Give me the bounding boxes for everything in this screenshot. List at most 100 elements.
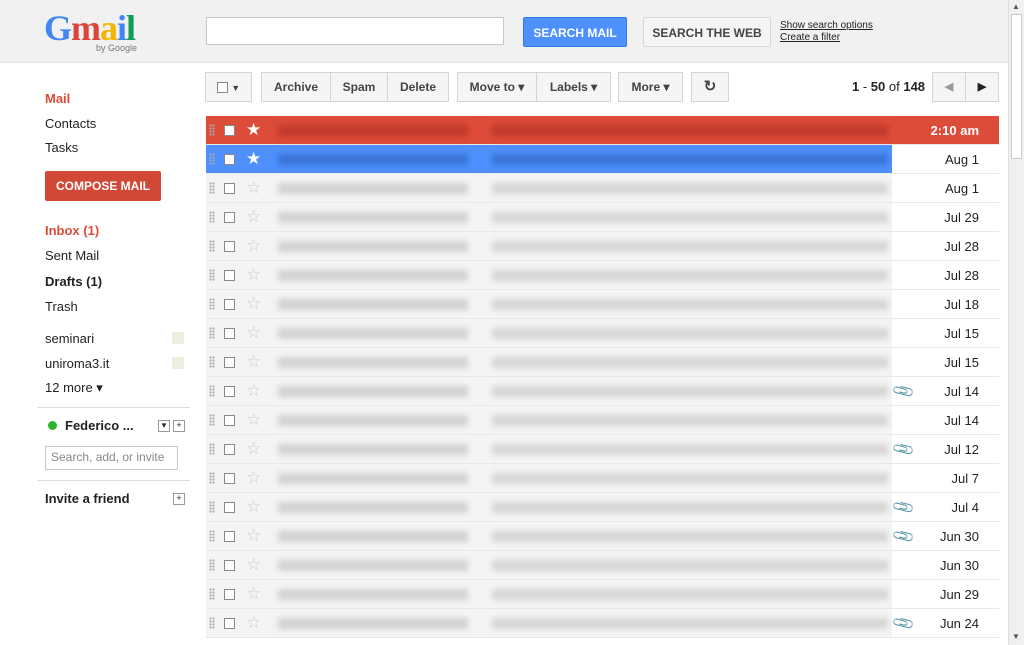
delete-button[interactable]: Delete bbox=[387, 72, 449, 102]
drag-handle-icon[interactable] bbox=[209, 501, 215, 513]
nav-mail[interactable]: Mail bbox=[45, 91, 70, 106]
scroll-up-icon[interactable]: ▲ bbox=[1012, 2, 1020, 11]
star-icon[interactable]: ☆ bbox=[246, 265, 261, 285]
refresh-icon[interactable]: ↻ bbox=[691, 72, 729, 102]
drag-handle-icon[interactable] bbox=[209, 124, 215, 136]
invite-friend-link[interactable]: Invite a friend bbox=[45, 491, 130, 506]
chevron-down-icon[interactable]: ▾ bbox=[158, 420, 170, 432]
chat-status[interactable]: Federico ... bbox=[48, 418, 134, 433]
drag-handle-icon[interactable] bbox=[209, 530, 215, 542]
email-row[interactable]: ☆ Jul 15 bbox=[206, 348, 999, 377]
scrollbar-thumb[interactable] bbox=[1011, 14, 1022, 159]
star-icon[interactable]: ☆ bbox=[246, 584, 261, 604]
drag-handle-icon[interactable] bbox=[209, 356, 215, 368]
nav-more-labels[interactable]: 12 more ▾ bbox=[45, 380, 103, 396]
drag-handle-icon[interactable] bbox=[209, 153, 215, 165]
email-row[interactable]: ★ Aug 1 bbox=[206, 145, 999, 174]
nav-drafts[interactable]: Drafts (1) bbox=[45, 274, 102, 289]
search-web-button[interactable]: SEARCH THE WEB bbox=[643, 17, 771, 47]
row-checkbox[interactable] bbox=[224, 241, 235, 252]
row-checkbox[interactable] bbox=[224, 531, 235, 542]
email-row[interactable]: ☆ 📎 Jul 12 bbox=[206, 435, 999, 464]
email-row[interactable]: ☆ 📎 Jun 30 bbox=[206, 522, 999, 551]
more-button[interactable]: More ▾ bbox=[618, 72, 683, 102]
star-icon[interactable]: ☆ bbox=[246, 207, 261, 227]
drag-handle-icon[interactable] bbox=[209, 385, 215, 397]
star-icon[interactable]: ☆ bbox=[246, 613, 261, 633]
email-row[interactable]: ☆ Jul 29 bbox=[206, 203, 999, 232]
drag-handle-icon[interactable] bbox=[209, 182, 215, 194]
row-checkbox[interactable] bbox=[224, 560, 235, 571]
drag-handle-icon[interactable] bbox=[209, 240, 215, 252]
nav-contacts[interactable]: Contacts bbox=[45, 116, 96, 131]
nav-sent[interactable]: Sent Mail bbox=[45, 248, 99, 263]
star-icon[interactable]: ☆ bbox=[246, 439, 261, 459]
row-checkbox[interactable] bbox=[224, 328, 235, 339]
chat-search-input[interactable]: Search, add, or invite bbox=[45, 446, 178, 470]
row-checkbox[interactable] bbox=[224, 473, 235, 484]
nav-label-uniroma3[interactable]: uniroma3.it bbox=[45, 356, 109, 371]
row-checkbox[interactable] bbox=[224, 270, 235, 281]
show-search-options-link[interactable]: Show search options bbox=[780, 20, 873, 32]
nav-label-seminari[interactable]: seminari bbox=[45, 331, 94, 346]
email-row[interactable]: ☆ Jul 14 bbox=[206, 406, 999, 435]
email-row[interactable]: ☆ Jun 29 bbox=[206, 580, 999, 609]
email-row[interactable]: ☆ 📎 Jul 4 bbox=[206, 493, 999, 522]
spam-button[interactable]: Spam bbox=[330, 72, 388, 102]
star-icon[interactable]: ☆ bbox=[246, 555, 261, 575]
star-icon[interactable]: ☆ bbox=[246, 526, 261, 546]
nav-trash[interactable]: Trash bbox=[45, 299, 78, 314]
labels-button[interactable]: Labels ▾ bbox=[536, 72, 611, 102]
drag-handle-icon[interactable] bbox=[209, 327, 215, 339]
row-checkbox[interactable] bbox=[224, 444, 235, 455]
row-checkbox[interactable] bbox=[224, 183, 235, 194]
email-row[interactable]: ☆ Jul 28 bbox=[206, 232, 999, 261]
star-icon[interactable]: ★ bbox=[246, 120, 261, 140]
row-checkbox[interactable] bbox=[224, 589, 235, 600]
drag-handle-icon[interactable] bbox=[209, 472, 215, 484]
row-checkbox[interactable] bbox=[224, 618, 235, 629]
gmail-logo[interactable]: Gmail by Google bbox=[44, 10, 144, 56]
star-icon[interactable]: ☆ bbox=[246, 497, 261, 517]
label-color-swatch[interactable] bbox=[172, 357, 184, 369]
email-row[interactable]: ☆ Jul 18 bbox=[206, 290, 999, 319]
row-checkbox[interactable] bbox=[224, 386, 235, 397]
row-checkbox[interactable] bbox=[224, 299, 235, 310]
nav-inbox[interactable]: Inbox (1) bbox=[45, 223, 99, 238]
vertical-scrollbar[interactable]: ▲ ▼ bbox=[1008, 0, 1024, 645]
row-checkbox[interactable] bbox=[224, 415, 235, 426]
star-icon[interactable]: ☆ bbox=[246, 236, 261, 256]
drag-handle-icon[interactable] bbox=[209, 559, 215, 571]
email-row[interactable]: ☆ 📎 Jul 14 bbox=[206, 377, 999, 406]
star-icon[interactable]: ☆ bbox=[246, 468, 261, 488]
star-icon[interactable]: ★ bbox=[246, 149, 261, 169]
email-row[interactable]: ☆ 📎 Jun 24 bbox=[206, 609, 999, 638]
star-icon[interactable]: ☆ bbox=[246, 410, 261, 430]
compose-button[interactable]: COMPOSE MAIL bbox=[45, 171, 161, 201]
newer-page-button[interactable]: ◀ bbox=[932, 72, 966, 102]
archive-button[interactable]: Archive bbox=[261, 72, 331, 102]
star-icon[interactable]: ☆ bbox=[246, 381, 261, 401]
move-to-button[interactable]: Move to ▾ bbox=[457, 72, 537, 102]
drag-handle-icon[interactable] bbox=[209, 443, 215, 455]
row-checkbox[interactable] bbox=[224, 502, 235, 513]
label-color-swatch[interactable] bbox=[172, 332, 184, 344]
row-checkbox[interactable] bbox=[224, 212, 235, 223]
plus-icon[interactable]: + bbox=[173, 420, 185, 432]
star-icon[interactable]: ☆ bbox=[246, 178, 261, 198]
email-row[interactable]: ☆ Jul 28 bbox=[206, 261, 999, 290]
select-all-dropdown[interactable]: ▼ bbox=[205, 72, 252, 102]
star-icon[interactable]: ☆ bbox=[246, 323, 261, 343]
email-row[interactable]: ☆ Jul 15 bbox=[206, 319, 999, 348]
drag-handle-icon[interactable] bbox=[209, 588, 215, 600]
create-filter-link[interactable]: Create a filter bbox=[780, 32, 873, 44]
drag-handle-icon[interactable] bbox=[209, 414, 215, 426]
nav-tasks[interactable]: Tasks bbox=[45, 140, 78, 155]
email-row[interactable]: ★ 2:10 am bbox=[206, 116, 999, 145]
older-page-button[interactable]: ▶ bbox=[965, 72, 999, 102]
drag-handle-icon[interactable] bbox=[209, 211, 215, 223]
row-checkbox[interactable] bbox=[224, 154, 235, 165]
drag-handle-icon[interactable] bbox=[209, 269, 215, 281]
plus-icon[interactable]: + bbox=[173, 493, 185, 505]
star-icon[interactable]: ☆ bbox=[246, 294, 261, 314]
